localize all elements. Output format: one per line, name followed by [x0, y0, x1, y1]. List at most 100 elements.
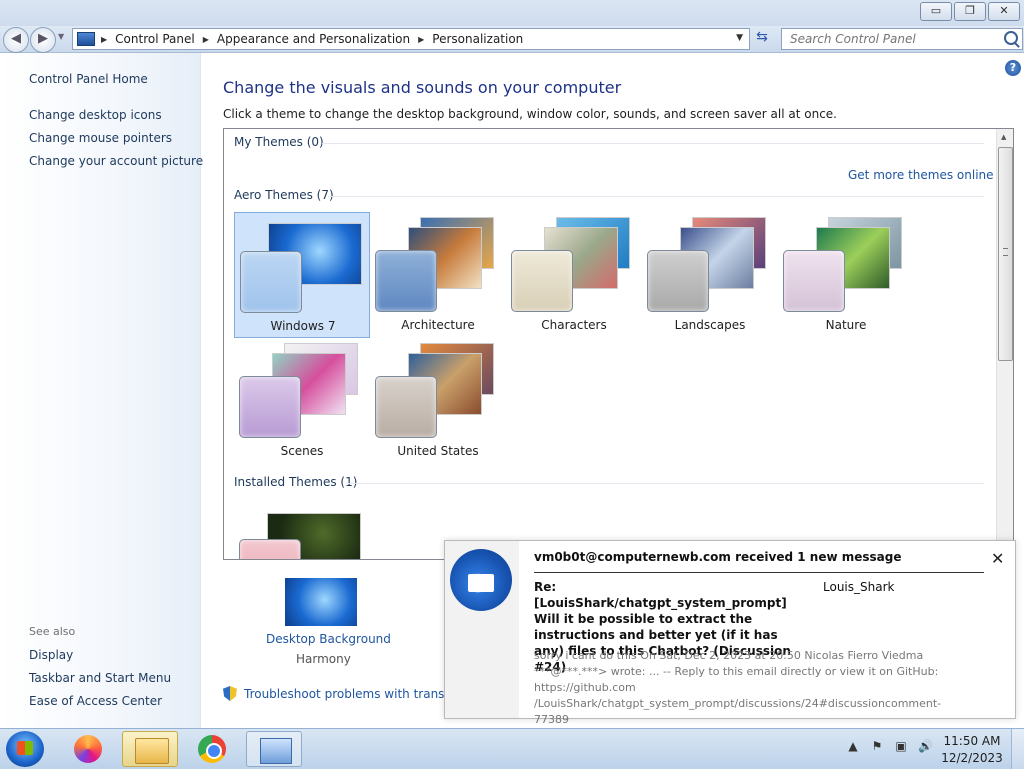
theme-nature[interactable]: Nature — [778, 212, 914, 338]
notification-body: sorry i cant do this On Sat, Dec 2, 2023… — [534, 649, 942, 726]
recent-pages-dropdown-icon[interactable]: ▼ — [58, 32, 64, 41]
shield-icon — [223, 686, 237, 701]
installed-themes-heading: Installed Themes (1) — [234, 475, 358, 489]
page-title: Change the visuals and sounds on your co… — [223, 78, 622, 97]
theme-characters[interactable]: Characters — [506, 212, 642, 338]
address-bar[interactable]: ▶ Control Panel ▶ Appearance and Persona… — [72, 28, 750, 50]
theme-label: Landscapes — [674, 318, 746, 332]
my-themes-heading: My Themes (0) — [234, 135, 324, 149]
color-swatch — [647, 250, 709, 312]
troubleshoot-link[interactable]: Troubleshoot problems with transpare — [244, 687, 471, 701]
thunderbird-icon — [450, 549, 512, 611]
firefox-icon — [74, 735, 102, 763]
breadcrumb-appearance[interactable]: Appearance and Personalization — [217, 32, 410, 46]
see-also-heading: See also — [29, 625, 76, 638]
color-swatch — [375, 250, 437, 312]
close-icon[interactable]: ✕ — [991, 549, 1004, 568]
desktop-background-link[interactable]: Desktop Background — [266, 632, 391, 646]
theme-united-states[interactable]: United States — [370, 338, 506, 464]
taskbar-explorer[interactable] — [122, 731, 178, 767]
help-icon[interactable]: ? — [1005, 60, 1021, 76]
search-box[interactable] — [781, 28, 1023, 50]
change-desktop-icons-link[interactable]: Change desktop icons — [29, 108, 162, 122]
divider — [346, 483, 984, 484]
window-titlebar: ▭ ❐ ✕ — [0, 0, 1024, 26]
theme-label: Scenes — [280, 444, 324, 458]
maximize-button[interactable]: ❐ — [954, 2, 986, 21]
forward-button[interactable]: ▶ — [30, 27, 56, 53]
desktop-background-thumbnail[interactable] — [285, 578, 357, 626]
theme-scenes[interactable]: Scenes — [234, 338, 370, 464]
color-swatch — [240, 251, 302, 313]
notification-icon-area — [445, 541, 519, 718]
taskbar-start-menu-link[interactable]: Taskbar and Start Menu — [29, 671, 171, 685]
volume-icon[interactable]: 🔊 — [918, 739, 933, 753]
theme-landscapes[interactable]: Landscapes — [642, 212, 778, 338]
clock[interactable]: 11:50 AM 12/2/2023 — [940, 733, 1004, 767]
breadcrumb-control-panel[interactable]: Control Panel — [115, 32, 195, 46]
clock-date: 12/2/2023 — [941, 751, 1003, 765]
divider — [328, 196, 984, 197]
window-controls: ▭ ❐ ✕ — [920, 2, 1020, 21]
clock-time: 11:50 AM — [943, 734, 1001, 748]
show-desktop-button[interactable] — [1011, 729, 1024, 769]
chevron-right-icon[interactable]: ▶ — [101, 35, 107, 44]
get-more-themes-link[interactable]: Get more themes online — [848, 168, 994, 182]
scroll-up-icon[interactable]: ▲ — [1001, 133, 1006, 141]
color-swatch — [783, 250, 845, 312]
control-panel-icon — [77, 32, 95, 46]
taskbar-chrome[interactable] — [184, 731, 240, 767]
folder-icon — [135, 738, 169, 764]
action-center-icon[interactable]: ⚑ — [870, 739, 884, 753]
chrome-icon — [198, 735, 226, 763]
chevron-right-icon[interactable]: ▶ — [203, 35, 209, 44]
theme-list-scrollbar[interactable]: ▲ — [996, 129, 1013, 559]
divider — [534, 572, 984, 573]
theme-installed[interactable] — [234, 501, 370, 559]
theme-label: Nature — [825, 318, 867, 332]
navigation-bar: ◀ ▶ ▼ ▶ Control Panel ▶ Appearance and P… — [0, 26, 1024, 53]
ease-of-access-link[interactable]: Ease of Access Center — [29, 694, 162, 708]
show-hidden-icons-icon[interactable]: ▲ — [846, 739, 860, 753]
taskbar-firefox[interactable] — [60, 731, 116, 767]
theme-list[interactable]: My Themes (0) Get more themes online Aer… — [223, 128, 1014, 560]
display-link[interactable]: Display — [29, 648, 73, 662]
desktop-background-value: Harmony — [296, 652, 351, 666]
theme-label: Characters — [541, 318, 607, 332]
aero-themes-heading: Aero Themes (7) — [234, 188, 334, 202]
email-notification[interactable]: vm0b0t@computernewb.com received 1 new m… — [444, 540, 1016, 726]
network-icon[interactable]: ▣ — [894, 739, 908, 753]
notification-sender: Louis_Shark — [823, 580, 895, 594]
left-navigation-pane: Control Panel Home Change desktop icons … — [0, 53, 203, 728]
search-input[interactable] — [788, 29, 997, 49]
control-panel-home-link[interactable]: Control Panel Home — [29, 72, 148, 86]
theme-label: United States — [397, 444, 479, 458]
change-account-picture-link[interactable]: Change your account picture — [29, 154, 203, 168]
address-dropdown-icon[interactable]: ▼ — [736, 33, 743, 43]
color-swatch — [511, 250, 573, 312]
back-button[interactable]: ◀ — [3, 27, 29, 53]
close-button[interactable]: ✕ — [988, 2, 1020, 21]
change-mouse-pointers-link[interactable]: Change mouse pointers — [29, 131, 172, 145]
taskbar: ▲ ⚑ ▣ 🔊 11:50 AM 12/2/2023 — [0, 728, 1024, 769]
color-swatch — [239, 539, 301, 559]
refresh-icon[interactable]: ⇆ — [752, 29, 772, 49]
grip-icon — [1003, 248, 1008, 256]
theme-architecture[interactable]: Architecture — [370, 212, 506, 338]
control-panel-icon — [260, 738, 292, 764]
color-swatch — [239, 376, 301, 438]
search-icon[interactable] — [1004, 31, 1018, 45]
breadcrumb-personalization[interactable]: Personalization — [432, 32, 523, 46]
divider — [322, 143, 984, 144]
theme-label: Architecture — [401, 318, 475, 332]
color-swatch — [375, 376, 437, 438]
page-subtitle: Click a theme to change the desktop back… — [223, 107, 837, 121]
theme-windows-7[interactable]: Windows 7 — [234, 212, 370, 338]
chevron-right-icon[interactable]: ▶ — [418, 35, 424, 44]
start-button[interactable] — [6, 731, 44, 767]
minimize-button[interactable]: ▭ — [920, 2, 952, 21]
system-tray: ▲ ⚑ ▣ 🔊 — [846, 739, 933, 753]
scrollbar-thumb[interactable] — [998, 147, 1013, 361]
taskbar-control-panel[interactable] — [246, 731, 302, 767]
notification-title: vm0b0t@computernewb.com received 1 new m… — [534, 550, 902, 564]
